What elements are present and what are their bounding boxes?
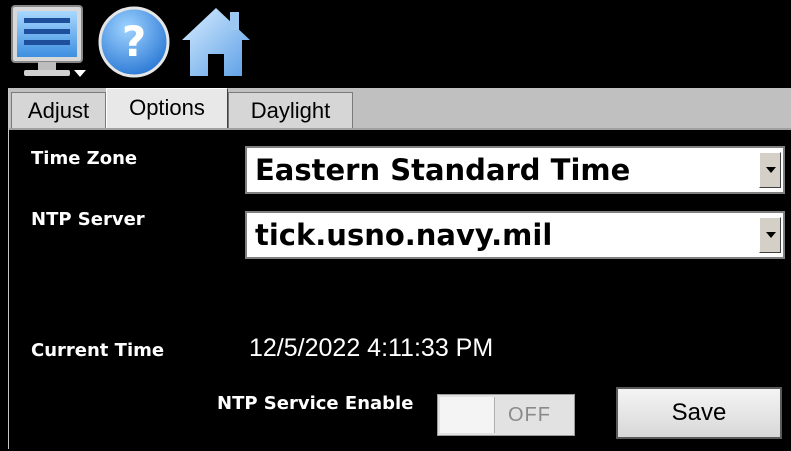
chevron-down-icon[interactable]: [759, 217, 781, 253]
svg-text:?: ?: [122, 17, 146, 66]
ntp-service-toggle[interactable]: OFF: [437, 394, 575, 436]
tab-adjust[interactable]: Adjust: [11, 92, 106, 128]
tab-bar: Adjust Daylight Options: [9, 88, 791, 130]
ntp-server-dropdown[interactable]: tick.usno.navy.mil: [245, 211, 785, 259]
home-icon[interactable]: [178, 4, 254, 80]
tab-options[interactable]: Options: [106, 88, 228, 128]
time-zone-value: Eastern Standard Time: [255, 153, 631, 187]
ntp-service-label: NTP Service Enable: [217, 393, 414, 414]
ntp-server-label: NTP Server: [31, 209, 145, 230]
monitor-menu-icon[interactable]: [10, 4, 90, 82]
current-time-value: 12/5/2022 4:11:33 PM: [249, 334, 494, 362]
screen: ? Adjust Daylight Options Time Zone East…: [0, 0, 791, 451]
tab-daylight[interactable]: Daylight: [228, 92, 353, 128]
ntp-server-value: tick.usno.navy.mil: [255, 218, 553, 252]
save-button[interactable]: Save: [616, 387, 782, 439]
chevron-down-icon[interactable]: [759, 152, 781, 188]
time-zone-dropdown[interactable]: Eastern Standard Time: [245, 146, 785, 194]
toolbar: ?: [0, 0, 791, 84]
time-zone-label: Time Zone: [31, 148, 138, 169]
options-panel: Adjust Daylight Options Time Zone Easter…: [8, 88, 791, 449]
current-time-label: Current Time: [31, 340, 165, 361]
toggle-state: OFF: [508, 404, 551, 426]
toggle-knob[interactable]: [440, 397, 495, 433]
help-icon[interactable]: ?: [96, 4, 172, 80]
